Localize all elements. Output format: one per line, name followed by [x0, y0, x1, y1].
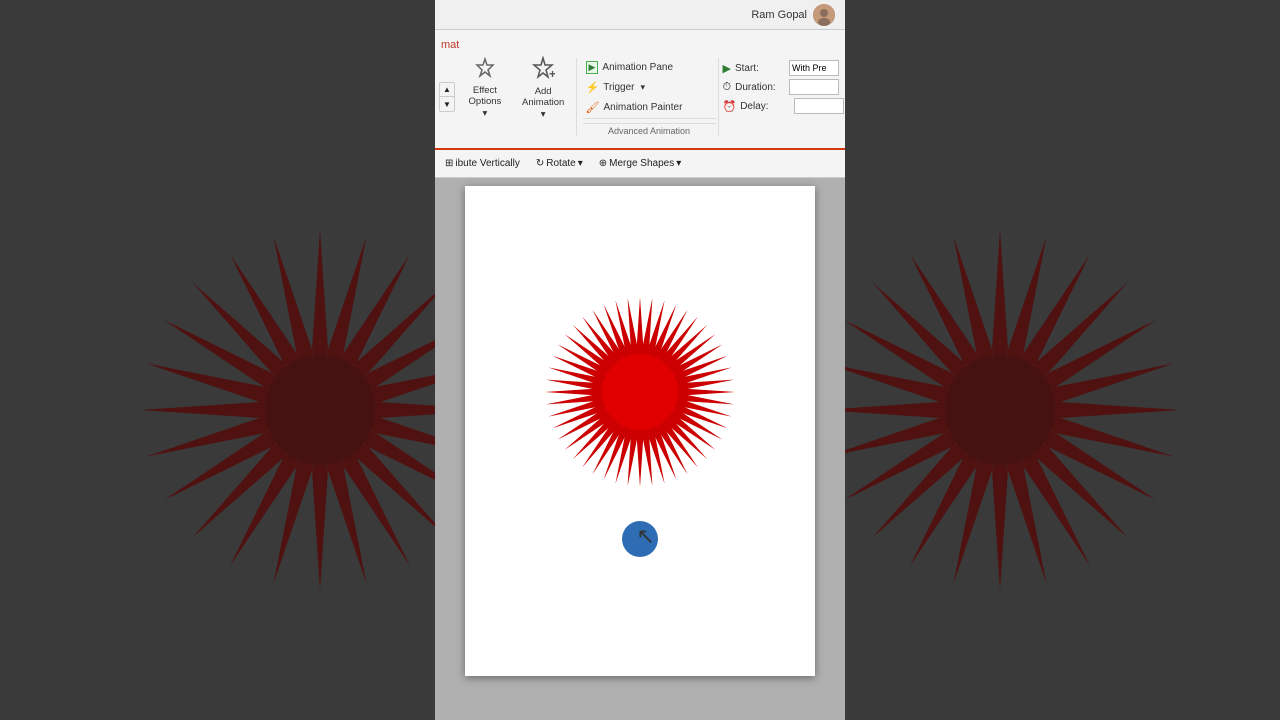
- title-bar: Ram Gopal: [435, 0, 845, 30]
- toolbar-row: ⊞ ibute Vertically ↻ Rotate ▾ ⊕ Merge Sh…: [435, 150, 845, 178]
- format-tab-label[interactable]: mat: [441, 39, 459, 51]
- merge-shapes-label: Merge Shapes: [609, 158, 674, 169]
- animation-painter-button[interactable]: 🖌 Animation Painter: [583, 98, 716, 116]
- trigger-label: Trigger: [603, 82, 634, 93]
- scroll-down-arrow[interactable]: ▼: [440, 97, 454, 111]
- advanced-animation-section-label: Advanced Animation: [583, 123, 716, 136]
- trigger-button[interactable]: ⚡ Trigger ▾: [583, 78, 716, 96]
- trigger-dropdown-arrow: ▾: [641, 82, 646, 93]
- start-play-icon: ▶: [723, 62, 731, 75]
- start-row: ▶ Start:: [723, 60, 838, 76]
- duration-value-input[interactable]: [789, 79, 839, 95]
- animation-painter-icon: 🖌: [586, 101, 600, 114]
- trigger-icon: ⚡: [586, 81, 600, 94]
- timing-group: ▶ Start: ⏱ Duration: ⏰ Delay:: [718, 58, 842, 136]
- slide-area: ↖: [435, 178, 845, 720]
- user-info: Ram Gopal: [751, 4, 835, 26]
- bg-starburst-right: [800, 210, 1200, 610]
- effect-options-label: EffectOptions ▾: [466, 85, 504, 119]
- effect-options-icon: [474, 57, 496, 83]
- rotate-dropdown-arrow: ▾: [578, 158, 583, 169]
- main-panel: Ram Gopal mat ▲ ▼: [435, 0, 845, 720]
- add-animation-icon: +: [531, 56, 555, 84]
- start-value-input[interactable]: [789, 60, 839, 76]
- advanced-animation-group: ▶ Animation Pane ⚡ Trigger ▾ 🖌 Animation…: [576, 58, 716, 136]
- merge-shapes-button[interactable]: ⊕ Merge Shapes ▾: [593, 155, 687, 172]
- start-label: Start:: [735, 63, 785, 74]
- avatar: [813, 4, 835, 26]
- delay-row: ⏰ Delay:: [723, 98, 838, 114]
- distribute-icon: ⊞: [445, 158, 453, 169]
- animation-pane-icon: ▶: [586, 61, 599, 74]
- rotate-button[interactable]: ↻ Rotate ▾: [530, 155, 589, 172]
- duration-row: ⏱ Duration:: [723, 79, 838, 95]
- blue-circle-shape[interactable]: [622, 521, 658, 557]
- add-animation-label: AddAnimation ▾: [520, 86, 567, 120]
- scroll-controls: ▲ ▼: [439, 58, 455, 136]
- delay-label: Delay:: [740, 101, 790, 112]
- delay-icon: ⏰: [723, 100, 737, 113]
- ribbon-content: ▲ ▼ EffectOptions ▾ +: [435, 56, 845, 138]
- merge-shapes-dropdown-arrow: ▾: [676, 158, 681, 169]
- distribute-vertically-label: ibute Vertically: [455, 158, 519, 169]
- username-label: Ram Gopal: [751, 9, 807, 21]
- animation-pane-button[interactable]: ▶ Animation Pane: [583, 58, 716, 76]
- rotate-icon: ↻: [536, 158, 544, 169]
- duration-icon: ⏱: [723, 81, 732, 94]
- animation-pane-label: Animation Pane: [602, 62, 673, 73]
- merge-shapes-icon: ⊕: [599, 158, 607, 169]
- delay-value-input[interactable]: [794, 98, 844, 114]
- starburst-shape[interactable]: [540, 292, 740, 492]
- rotate-label: Rotate: [546, 158, 575, 169]
- animation-painter-label: Animation Painter: [603, 102, 682, 113]
- ribbon-tab-row: mat: [435, 34, 845, 56]
- effect-options-button[interactable]: EffectOptions ▾: [459, 58, 511, 118]
- duration-label: Duration:: [735, 82, 785, 93]
- distribute-vertically-button[interactable]: ⊞ ibute Vertically: [439, 155, 526, 172]
- ribbon: mat ▲ ▼ EffectOptions ▾: [435, 30, 845, 150]
- scroll-up-arrow[interactable]: ▲: [440, 83, 454, 97]
- add-animation-button[interactable]: + AddAnimation ▾: [513, 58, 574, 118]
- svg-text:+: +: [549, 67, 555, 80]
- slide-canvas: ↖: [465, 186, 815, 676]
